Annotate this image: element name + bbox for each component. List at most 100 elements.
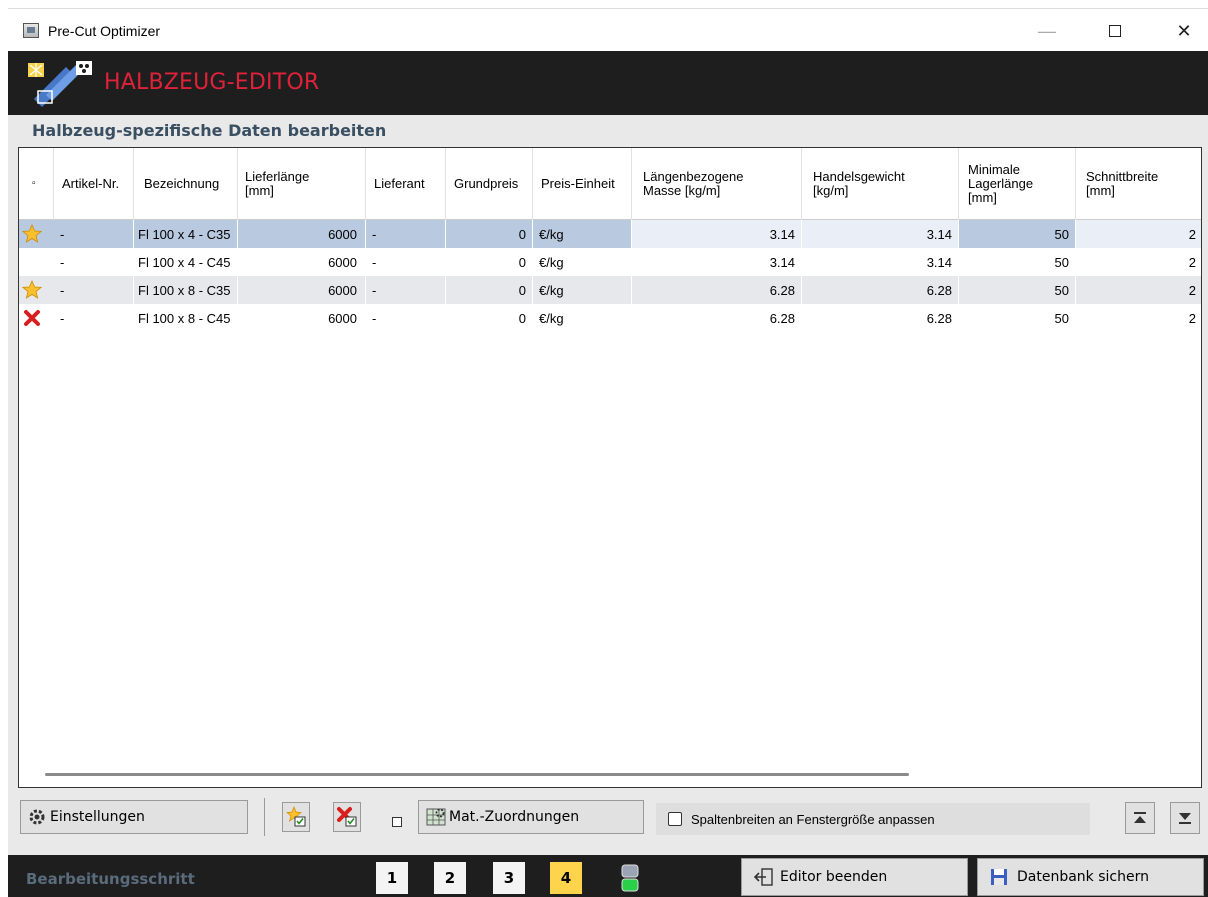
cell-masse[interactable]: 6.28 [632,304,802,332]
step-4-button[interactable]: 4 [550,862,582,894]
step-1-button[interactable]: 1 [376,862,408,894]
cell-lagerlaenge[interactable]: 50 [959,304,1076,332]
exit-editor-button[interactable]: Editor beenden [741,858,968,896]
cell-bezeichnung[interactable]: Fl 100 x 8 - C35 [134,276,238,304]
scroll-top-button[interactable] [1125,802,1155,834]
step-label: Bearbeitungsschritt [26,870,195,888]
status-indicator-icon [621,864,639,892]
settings-button[interactable]: Einstellungen [20,800,248,834]
cell-schnittbreite[interactable]: 2 [1076,304,1201,332]
cell-preis-einheit[interactable]: €/kg [533,248,632,276]
material-assignment-button[interactable]: Mat.-Zuordnungen [418,800,644,834]
maximize-button[interactable] [1093,17,1137,45]
cell-grundpreis[interactable]: 0 [446,220,533,248]
toolbar-separator [264,798,265,836]
checkbox-empty-icon [392,817,402,827]
column-header-select[interactable]: ▫ [19,148,54,220]
cell-lagerlaenge[interactable]: 50 [959,248,1076,276]
editor-title: HALBZEUG-EDITOR [104,70,320,95]
cross-check-icon [337,807,357,827]
halbzeug-logo-icon [28,61,92,107]
column-header-lagerlaenge[interactable]: Minimale Lagerlänge [mm] [959,148,1076,220]
window-title: Pre-Cut Optimizer [48,23,161,39]
cell-lagerlaenge[interactable]: 50 [959,220,1076,248]
cell-lieferlaenge[interactable]: 6000 [238,276,366,304]
cell-bezeichnung[interactable]: Fl 100 x 4 - C35 [134,220,238,248]
cell-lieferlaenge[interactable]: 6000 [238,220,366,248]
exit-icon [754,868,773,886]
cell-artikel[interactable]: - [54,304,134,332]
cell-handelsgewicht[interactable]: 6.28 [802,276,959,304]
cell-preis-einheit[interactable]: €/kg [533,276,632,304]
mark-delete-button[interactable] [333,802,361,832]
delete-cross-icon [21,308,43,328]
cell-masse[interactable]: 3.14 [632,248,802,276]
column-header-artikel[interactable]: Artikel-Nr. [54,148,134,220]
column-header-masse[interactable]: Längenbezogene Masse [kg/m] [632,148,802,220]
cell-preis-einheit[interactable]: €/kg [533,220,632,248]
editor-header: HALBZEUG-EDITOR [8,51,1208,115]
clear-mark-button[interactable] [383,802,411,832]
cell-schnittbreite[interactable]: 2 [1076,220,1201,248]
cell-lieferant[interactable]: - [366,248,446,276]
app-icon [23,23,39,38]
cell-grundpreis[interactable]: 0 [446,304,533,332]
scroll-bottom-button[interactable] [1170,802,1200,834]
cell-bezeichnung[interactable]: Fl 100 x 8 - C45 [134,304,238,332]
data-grid[interactable]: ▫ Artikel-Nr. Bezeichnung Lieferlänge [m… [18,147,1202,788]
arrow-bottom-icon [1179,813,1191,824]
cell-grundpreis[interactable]: 0 [446,276,533,304]
cell-lieferlaenge[interactable]: 6000 [238,248,366,276]
close-button[interactable]: ✕ [1162,17,1206,45]
cell-handelsgewicht[interactable]: 3.14 [802,248,959,276]
arrow-top-icon [1134,812,1146,823]
step-3-button[interactable]: 3 [493,862,525,894]
cell-schnittbreite[interactable]: 2 [1076,248,1201,276]
column-header-bezeichnung[interactable]: Bezeichnung [134,148,238,220]
maximize-icon [1109,25,1121,37]
cell-lieferant[interactable]: - [366,304,446,332]
cell-masse[interactable]: 3.14 [632,220,802,248]
table-row[interactable]: - Fl 100 x 8 - C45 6000 - 0 €/kg 6.28 6.… [19,304,1201,332]
column-header-preis-einheit[interactable]: Preis-Einheit [533,148,632,220]
save-database-button[interactable]: Datenbank sichern [977,858,1204,896]
cell-masse[interactable]: 6.28 [632,276,802,304]
cell-schnittbreite[interactable]: 2 [1076,276,1201,304]
star-icon [21,280,43,300]
save-database-label: Datenbank sichern [1017,869,1149,885]
cell-handelsgewicht[interactable]: 3.14 [802,220,959,248]
cell-preis-einheit[interactable]: €/kg [533,304,632,332]
cell-artikel[interactable]: - [54,276,134,304]
cell-lieferant[interactable]: - [366,220,446,248]
settings-label: Einstellungen [50,809,145,825]
column-header-lieferlaenge[interactable]: Lieferlänge [mm] [238,148,366,220]
minimize-button[interactable]: — [1025,17,1069,45]
gear-icon [29,809,45,825]
table-row[interactable]: - Fl 100 x 8 - C35 6000 - 0 €/kg 6.28 6.… [19,276,1201,304]
column-header-lieferant[interactable]: Lieferant [366,148,446,220]
cell-lieferant[interactable]: - [366,276,446,304]
horizontal-scrollbar[interactable] [45,773,909,776]
cell-lagerlaenge[interactable]: 50 [959,276,1076,304]
material-assignment-label: Mat.-Zuordnungen [449,809,580,825]
column-header-grundpreis[interactable]: Grundpreis [446,148,533,220]
cell-lieferlaenge[interactable]: 6000 [238,304,366,332]
fit-columns-label: Spaltenbreiten an Fenstergröße anpassen [691,811,935,827]
grid-header: ▫ Artikel-Nr. Bezeichnung Lieferlänge [m… [19,148,1201,220]
cell-artikel[interactable]: - [54,220,134,248]
cell-handelsgewicht[interactable]: 6.28 [802,304,959,332]
star-icon [21,224,43,244]
cell-artikel[interactable]: - [54,248,134,276]
title-bar: Pre-Cut Optimizer — ✕ [8,8,1208,51]
table-row[interactable]: - Fl 100 x 4 - C45 6000 - 0 €/kg 3.14 3.… [19,248,1201,276]
cell-bezeichnung[interactable]: Fl 100 x 4 - C45 [134,248,238,276]
column-header-schnittbreite[interactable]: Schnittbreite [mm] [1076,148,1201,220]
table-row[interactable]: - Fl 100 x 4 - C35 6000 - 0 €/kg 3.14 3.… [19,220,1201,248]
fit-columns-checkbox[interactable] [668,812,682,826]
mark-favorite-button[interactable] [282,802,310,832]
fit-columns-option[interactable]: Spaltenbreiten an Fenstergröße anpassen [656,803,1090,835]
column-header-handelsgewicht[interactable]: Handelsgewicht [kg/m] [802,148,959,220]
cell-grundpreis[interactable]: 0 [446,248,533,276]
step-2-button[interactable]: 2 [434,862,466,894]
floppy-disk-icon [991,869,1007,885]
